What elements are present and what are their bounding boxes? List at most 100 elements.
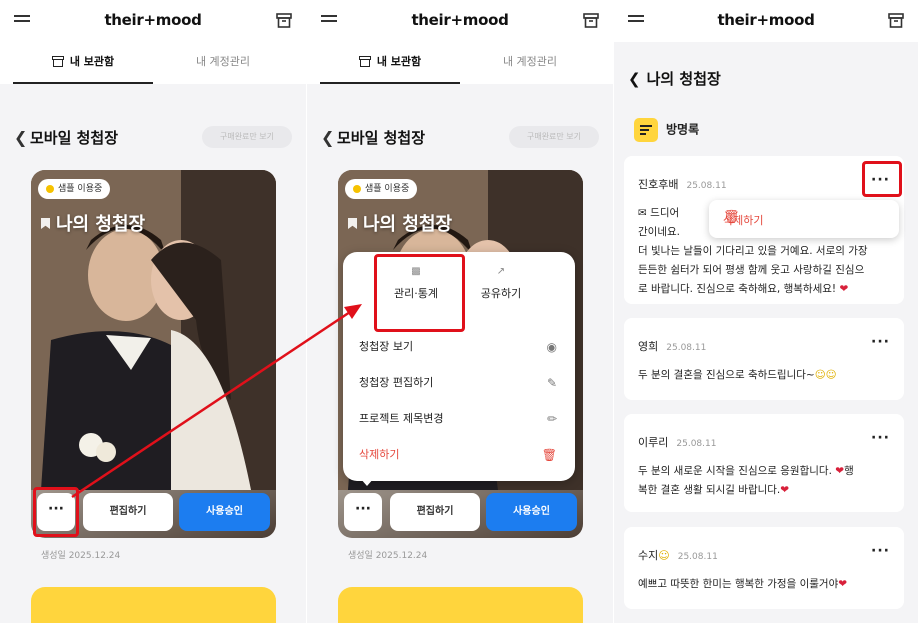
edit-button[interactable]: 편집하기 (390, 493, 480, 531)
panel-card-menu: their+mood 내 보관함 내 계정관리 ❮ 모바일 청첩장 구매완료만 … (307, 0, 613, 623)
guestbook-title: 방명록 (634, 118, 699, 142)
archive-icon (51, 56, 64, 67)
pencil-icon: ✏ (546, 412, 557, 426)
entry-date: 25.08.11 (677, 552, 718, 562)
page-title: 모바일 청첩장 (30, 129, 119, 147)
entry-author-name: 수지 (638, 549, 659, 562)
entry-line-text: 로 바랍니다. 진심으로 축하해요, 행복하세요! (638, 283, 837, 295)
purchased-only-toggle[interactable]: 구매완료만 보기 (509, 126, 599, 148)
purchased-only-toggle[interactable]: 구매완료만 보기 (202, 126, 292, 148)
entry-date: 25.08.11 (666, 343, 707, 353)
heart-icon: ❤ (835, 465, 845, 477)
entry-line: 든든한 쉼터가 되어 평생 함께 웃고 사랑하길 진심으 (638, 264, 865, 276)
invitation-card[interactable]: 샘플 이용중 나의 청첩장 ··· 편집하기 사용승인 (31, 170, 276, 538)
created-date: 생성일 2025.12.24 (41, 551, 121, 561)
entry-more-button[interactable]: ··· (871, 543, 890, 559)
back-chevron-icon[interactable]: ❮ (14, 128, 27, 147)
entry-line: 로 바랍니다. 진심으로 축하해요, 행복하세요! ❤ (638, 280, 890, 299)
entry-more-button[interactable]: ··· (871, 430, 890, 446)
tab-archive[interactable]: 내 보관함 (320, 42, 460, 84)
top-bar: their+mood (614, 0, 918, 42)
panel-archive-list: their+mood 내 보관함 내 계정관리 ❮ 모바일 청첩장 구매완료만 … (0, 0, 306, 623)
share-icon: ↗ (496, 266, 506, 277)
entry-author: 이루리 25.08.11 (638, 434, 716, 450)
next-card[interactable] (338, 587, 583, 623)
entry-author: 영희 25.08.11 (638, 338, 706, 354)
entry-text: 두 분의 새로운 시작을 진심으로 응원합니다. ❤행 복한 결혼 생활 되시길… (638, 462, 890, 500)
top-bar: their+mood (307, 0, 613, 42)
tab-archive[interactable]: 내 보관함 (13, 42, 153, 84)
menu-item-label: 프로젝트 제목변경 (359, 412, 444, 425)
entry-text: 두 분의 결혼을 진심으로 축하드립니다~☺☺ (638, 366, 890, 385)
next-card[interactable] (31, 587, 276, 623)
entry-line-text: 예쁘고 따뜻한 한미는 행복한 가정을 이룰거야 (638, 578, 839, 590)
card-actions: ··· 편집하기 사용승인 (344, 493, 577, 531)
trash-icon: 🗑 (541, 448, 557, 462)
guestbook-title-text: 방명록 (666, 122, 700, 137)
entry-line-text: 두 분의 새로운 시작을 진심으로 응원합니다. (638, 465, 836, 477)
archive-icon[interactable] (888, 13, 904, 28)
entry-date: 25.08.11 (686, 181, 727, 191)
menu-item-rename[interactable]: 프로젝트 제목변경 ✏ (359, 404, 559, 434)
menu-item-delete[interactable]: 삭제하기 🗑 (359, 440, 559, 470)
smile-icon: ☺☺ (814, 369, 837, 381)
entry-line: 두 분의 새로운 시작을 진심으로 응원합니다. ❤행 (638, 462, 890, 481)
entry-author-name: 영희 (638, 340, 659, 353)
heart-icon: ❤ (839, 283, 849, 295)
panel-guestbook: their+mood ❮ 나의 청첩장 방명록 진호후배 25.08.11 ··· … (614, 0, 918, 623)
top-bar: their+mood (0, 0, 306, 42)
entry-line-text: 행 (844, 465, 854, 477)
back-chevron-icon[interactable]: ❮ (321, 128, 334, 147)
sample-badge: 샘플 이용중 (345, 179, 418, 199)
edit-doc-icon: ✎ (546, 376, 557, 390)
trash-icon: 🗑 (723, 210, 740, 225)
page-title: 모바일 청첩장 (337, 129, 426, 147)
note-icon (634, 118, 658, 142)
entry-line-text: 두 분의 결혼을 진심으로 축하드립니다~ (638, 369, 815, 381)
archive-icon[interactable] (583, 13, 599, 28)
menu-item-edit[interactable]: 청첩장 편집하기 ✎ (359, 368, 559, 398)
share-menu-button[interactable]: ↗ 공유하기 (456, 266, 546, 301)
edit-button[interactable]: 편집하기 (83, 493, 173, 531)
card-title-text: 나의 청첩장 (363, 214, 453, 235)
menu-item-view[interactable]: 청첩장 보기 ◉ (359, 332, 559, 362)
tab-account[interactable]: 내 계정관리 (153, 42, 293, 84)
highlight-box (33, 487, 79, 537)
tab-bar: 내 보관함 내 계정관리 (307, 42, 613, 84)
entry-line: 복한 결혼 생활 되시길 바랍니다.❤ (638, 481, 890, 500)
page-header: ❮ 나의 청첩장 (628, 68, 721, 89)
more-button[interactable]: ··· (344, 493, 382, 531)
guestbook-entry: 이루리 25.08.11 ··· 두 분의 새로운 시작을 진심으로 응원합니다.… (624, 414, 904, 512)
approve-button[interactable]: 사용승인 (486, 493, 577, 531)
entry-line-text: 드디어 (650, 207, 680, 219)
heart-icon: ❤ (780, 484, 790, 496)
delete-popup[interactable]: 삭제하기 🗑 (709, 200, 899, 238)
sample-badge: 샘플 이용중 (38, 179, 111, 199)
menu-tail (360, 478, 374, 486)
page-header: ❮ 모바일 청첩장 구매완료만 보기 (321, 124, 599, 150)
tab-account[interactable]: 내 계정관리 (460, 42, 600, 84)
card-title: 나의 청첩장 (41, 210, 145, 236)
menu-item-label: 삭제하기 (359, 448, 400, 461)
tab-archive-label: 내 보관함 (376, 55, 422, 68)
archive-icon[interactable] (276, 13, 292, 28)
entry-line: 더 빛나는 날들이 기다리고 있을 거예요. 서로의 가장 (638, 245, 868, 257)
menu-item-label: 청첩장 보기 (359, 340, 414, 353)
created-date: 생성일 2025.12.24 (348, 551, 428, 561)
share-label: 공유하기 (480, 287, 522, 300)
entry-more-button[interactable]: ··· (871, 334, 890, 350)
smile-icon: ☺ (658, 549, 670, 562)
entry-text: 예쁘고 따뜻한 한미는 행복한 가정을 이룰거야❤ (638, 575, 890, 594)
page-title: 나의 청첩장 (646, 70, 721, 88)
card-title: 나의 청첩장 (348, 210, 452, 236)
card-title-text: 나의 청첩장 (56, 214, 146, 235)
envelope-icon: ✉ (638, 207, 647, 219)
entry-author-name: 이루리 (638, 436, 669, 449)
approve-button[interactable]: 사용승인 (179, 493, 270, 531)
app-logo: their+mood (104, 11, 202, 29)
guestbook-entry: 영희 25.08.11 ··· 두 분의 결혼을 진심으로 축하드립니다~☺☺ (624, 318, 904, 400)
back-chevron-icon[interactable]: ❮ (628, 70, 641, 88)
app-logo: their+mood (717, 11, 815, 29)
entry-author: 진호후배 25.08.11 (638, 176, 727, 192)
highlight-box (862, 161, 902, 197)
